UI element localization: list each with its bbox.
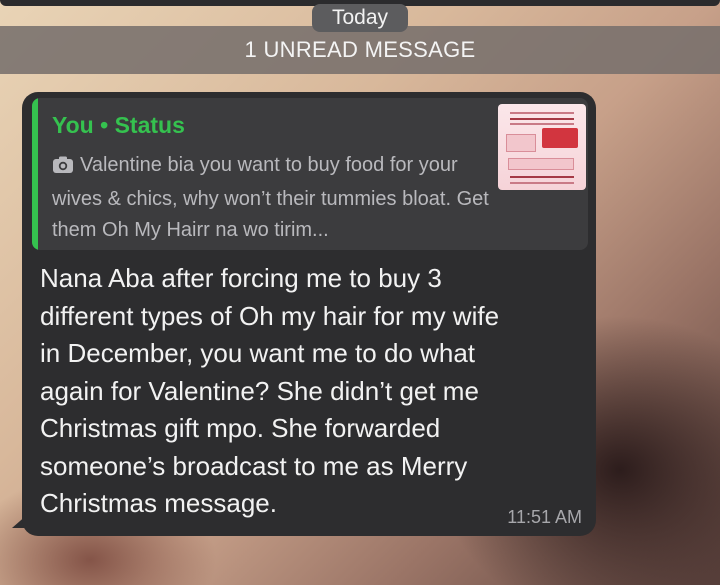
message-line: Christmas message. [40,488,277,518]
thumbnail-voucher [542,128,578,148]
message-timestamp: 11:51 AM [507,507,582,527]
message-text: Nana Aba after forcing me to buy 3 diffe… [40,260,584,523]
thumbnail-line [510,118,574,120]
thumbnail-line [510,176,574,178]
date-separator: Today [312,4,408,32]
quoted-status-reply[interactable]: You • Status Valentine bia you want to b… [32,98,588,250]
message-bubble[interactable]: You • Status Valentine bia you want to b… [22,92,596,536]
quote-context: Status [114,112,185,138]
quote-preview: Valentine bia you want to buy food for y… [52,150,492,246]
thumbnail-line [510,123,574,125]
unread-messages-banner: 1 UNREAD MESSAGE [0,26,720,74]
thumbnail-line [510,182,574,184]
quote-sender: You [52,112,94,138]
quote-accent-bar [32,98,38,250]
quote-preview-text: Valentine bia you want to buy food for y… [52,154,489,241]
message-line: Christmas gift mpo. She forwarded [40,413,441,443]
message-line: Nana Aba after forcing me to buy 3 [40,263,442,293]
camera-icon [52,153,74,184]
message-line: different types of Oh my hair for my wif… [40,300,500,331]
message-line: in December, you want me to do what [40,338,476,368]
message-line: someone’s broadcast to me as Merry [40,450,468,481]
thumbnail-voucher [506,134,536,152]
thumbnail-line [510,112,574,114]
unread-messages-label: 1 UNREAD MESSAGE [244,37,476,62]
status-image-thumbnail [498,104,586,190]
thumbnail-voucher [508,158,574,170]
date-label: Today [331,6,389,29]
quote-separator: • [100,112,109,138]
message-line: again for Valentine? She didn’t get me [40,375,479,406]
quote-header: You • Status [52,112,185,139]
